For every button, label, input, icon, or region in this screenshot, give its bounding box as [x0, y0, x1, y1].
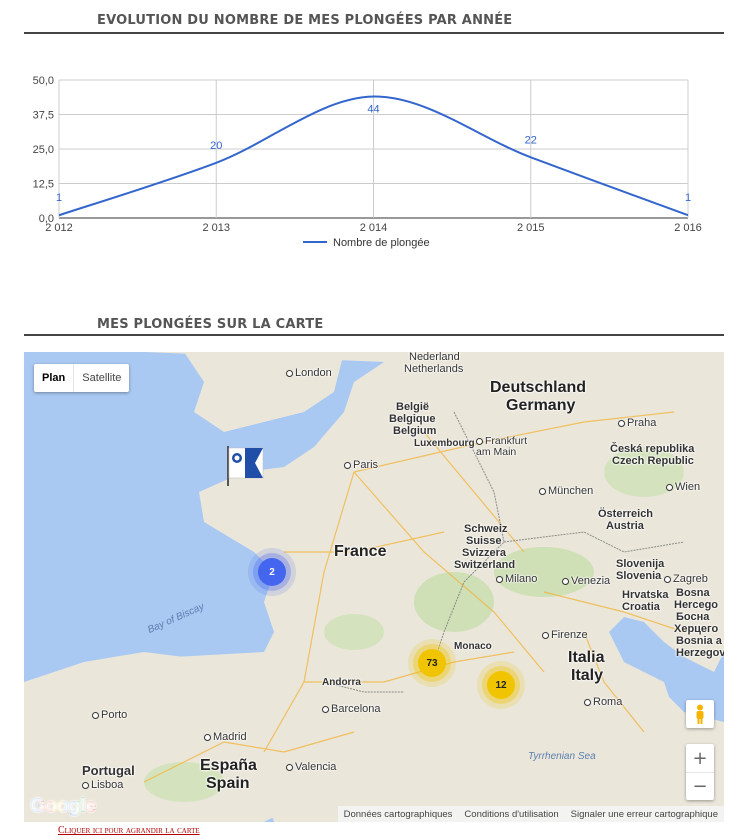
data-label: 20 [210, 140, 222, 152]
marker-cluster[interactable]: 12 [487, 671, 515, 699]
google-logo[interactable]: Google [30, 795, 96, 818]
dives-per-year-chart: 0,012,525,037,550,02 012 2 013 2 014 2 015 2… [33, 75, 702, 249]
map-label: Monaco [454, 641, 492, 652]
map-label: Madrid [204, 731, 247, 744]
y-tick-label: 25,0 [33, 144, 54, 156]
legend-label: Nombre de plongée [333, 237, 430, 249]
map-label: Austria [606, 520, 644, 532]
map-label: Belgium [393, 425, 437, 437]
pegman-icon [696, 704, 704, 724]
map-type-control: Plan Satellite [34, 364, 130, 392]
map-label: Österreich [598, 508, 654, 520]
map-label: Porto [92, 709, 127, 722]
x-tick-label: 2 014 [360, 222, 388, 234]
map-label: Spain [206, 775, 250, 792]
x-tick-label: 2 013 [202, 222, 230, 234]
chart-section-title: EVOLUTION DU NOMBRE DE MES PLONGÉES PAR … [97, 13, 513, 28]
map-label: Česká republika [610, 443, 695, 455]
marker-cluster-count: 2 [269, 566, 275, 578]
map-label: Slovenija [616, 558, 665, 570]
y-tick-label: 37,5 [33, 110, 54, 122]
marker-cluster[interactable]: 2 [258, 558, 286, 586]
x-tick-label: 2 016 [674, 222, 702, 234]
marker-cluster-count: 12 [495, 679, 507, 691]
zoom-in-button[interactable]: + [686, 744, 714, 772]
zoom-control: + − [686, 744, 714, 800]
x-tick-label: 2 015 [517, 222, 545, 234]
map-label: London [286, 367, 332, 380]
map-label: Barcelona [322, 703, 381, 716]
map-label: France [334, 543, 387, 560]
y-tick-label: 50,0 [33, 75, 54, 87]
map-label: Lisboa [82, 779, 123, 792]
marker-cluster-count: 73 [426, 657, 438, 669]
map-label: Valencia [286, 761, 336, 774]
map-label: Czech Republic [612, 455, 694, 467]
map-type-satellite-button[interactable]: Satellite [73, 364, 129, 392]
map-label: Italy [571, 667, 604, 684]
map-label: Hrvatska [622, 589, 669, 601]
map-label: Portugal [82, 763, 135, 778]
map-data-link[interactable]: Données cartographiques [338, 809, 459, 820]
enlarge-map-link[interactable]: Cliquer ici pour agrandir la carte [58, 825, 200, 836]
x-tick-label: 2 012 [45, 222, 73, 234]
map-land-uk [184, 352, 344, 432]
street-view-pegman[interactable] [686, 700, 714, 728]
map-label: Slovenia [616, 570, 662, 582]
map-label: Praha [618, 417, 656, 430]
map-label: Switzerland [454, 559, 516, 571]
map-label: Svizzera [462, 547, 507, 559]
map-label: Deutschland [490, 379, 587, 396]
map-label: Herzegovi [676, 647, 724, 659]
map-label: Italia [568, 649, 605, 666]
map-label: Belgique [389, 413, 436, 425]
marker-cluster[interactable]: 73 [418, 649, 446, 677]
data-label: 22 [525, 134, 537, 146]
map-label: Luxembourg [414, 438, 475, 449]
map-label: Germany [506, 397, 576, 414]
terms-link[interactable]: Conditions d'utilisation [458, 809, 564, 820]
map-label: Milano [496, 573, 537, 586]
data-label: 44 [367, 104, 379, 116]
map-label: Paris [344, 459, 378, 472]
zoom-out-button[interactable]: − [686, 772, 714, 800]
map-label: Croatia [622, 601, 660, 613]
map-label: Херцего [674, 623, 719, 635]
map-label: Roma [584, 696, 622, 709]
map-type-plan-button[interactable]: Plan [34, 364, 73, 392]
map-label: München [539, 485, 593, 498]
map-section-divider [24, 334, 724, 336]
google-logo-text: Google [30, 795, 96, 817]
map-label: Tyrrhenian Sea [528, 751, 596, 762]
dive-flag-marker[interactable] [225, 446, 265, 486]
y-tick-label: 12,5 [33, 179, 54, 191]
map-label: Zagreb [664, 573, 708, 586]
map-label: Venezia [562, 575, 610, 588]
map-label: Bosna [676, 587, 710, 599]
map-label: Firenze [542, 629, 588, 642]
map-label: Suisse [466, 535, 502, 547]
report-error-link[interactable]: Signaler une erreur cartographique [565, 809, 724, 820]
map-label: Hercego [674, 599, 719, 611]
map-label: Frankfurt am Main [476, 435, 536, 458]
map-attribution: Données cartographiques Conditions d'uti… [337, 806, 724, 822]
map-label: Nederland [409, 352, 460, 363]
map-label: Босна [676, 611, 710, 623]
map-label: Wien [666, 481, 700, 494]
map-label: Bosnia a [676, 635, 722, 647]
dive-flag-icon [227, 446, 264, 486]
dive-map[interactable]: Nederland Netherlands London Deutschland… [24, 352, 724, 822]
data-label: 1 [685, 192, 691, 204]
map-label: Andorra [322, 677, 361, 688]
chart-section-divider [24, 32, 724, 34]
data-label: 1 [56, 192, 62, 204]
map-label: Netherlands [404, 363, 464, 375]
map-label: Schweiz [464, 523, 508, 535]
map-label: España [200, 757, 257, 774]
map-section-title: MES PLONGÉES SUR LA CARTE [97, 317, 324, 332]
map-label: België [396, 401, 430, 413]
